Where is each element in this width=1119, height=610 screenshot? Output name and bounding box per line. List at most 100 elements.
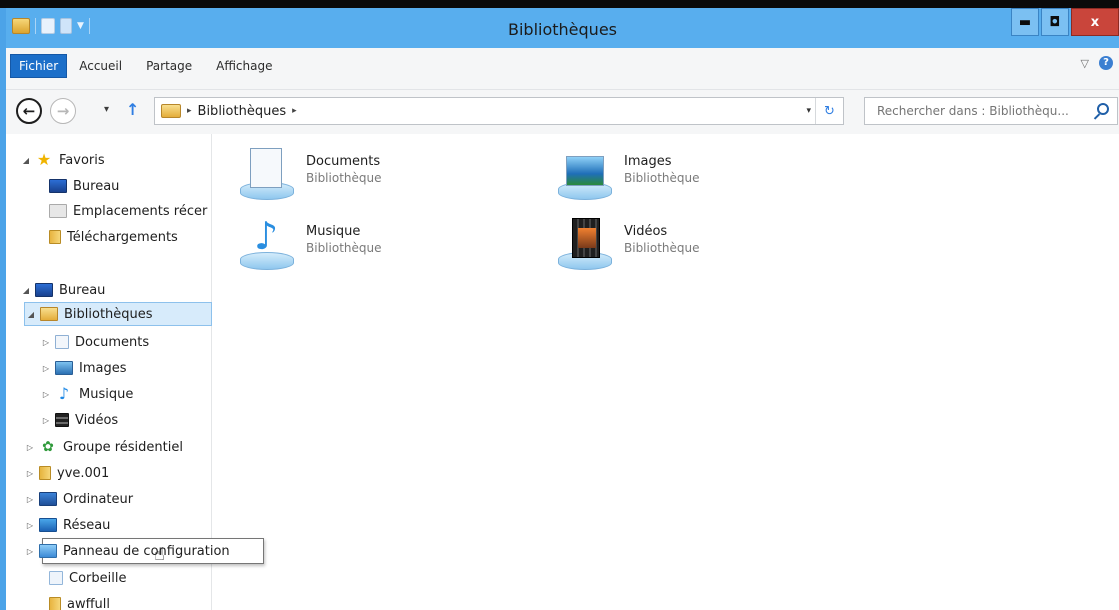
expand-arrow-icon[interactable]: ▷ — [40, 416, 52, 425]
tree-label: Emplacements récer — [73, 203, 208, 219]
tree-label: Téléchargements — [67, 229, 178, 245]
desktop-icon — [49, 179, 67, 193]
tab-accueil[interactable]: Accueil — [67, 55, 134, 77]
refresh-button[interactable]: ↻ — [815, 98, 843, 124]
breadcrumb-separator-icon[interactable]: ▸ — [187, 106, 192, 116]
tree-item-computer[interactable]: ▷ Ordinateur — [24, 487, 133, 511]
tree-item-documents[interactable]: ▷ Documents — [40, 330, 149, 354]
tree-item-videos[interactable]: ▷ Vidéos — [40, 408, 118, 432]
image-icon — [55, 361, 73, 375]
expand-arrow-icon[interactable]: ▷ — [24, 443, 36, 452]
search-icon[interactable] — [1097, 103, 1109, 115]
documents-library-icon — [240, 146, 294, 200]
tree-item-control-panel[interactable]: ▷ Panneau de configuration — [24, 539, 230, 563]
star-icon: ★ — [36, 150, 52, 169]
tree-item-recent-places[interactable]: Emplacements récer — [46, 199, 207, 223]
maximize-button[interactable]: ◘ — [1041, 8, 1069, 36]
title-bar[interactable]: ▼ Bibliothèques ▬ ◘ x — [6, 8, 1119, 48]
tree-label: Panneau de configuration — [63, 543, 230, 559]
tree-item-network[interactable]: ▷ Réseau — [24, 513, 111, 537]
expand-ribbon-icon[interactable]: ▽ — [1081, 57, 1089, 70]
recent-places-icon — [49, 204, 67, 218]
library-name: Musique — [306, 224, 361, 239]
explorer-window: ▼ Bibliothèques ▬ ◘ x Fichier Accueil Pa… — [0, 8, 1119, 610]
ribbon: Fichier Accueil Partage Affichage ▽ ? — [6, 48, 1119, 90]
expand-arrow-icon[interactable]: ▷ — [24, 469, 36, 478]
libraries-icon — [40, 307, 58, 321]
expand-arrow-icon[interactable]: ▷ — [40, 338, 52, 347]
content-area: Documents Bibliothèque Images Bibliothèq… — [212, 134, 1119, 610]
tab-fichier[interactable]: Fichier — [10, 54, 68, 78]
network-icon — [39, 518, 57, 532]
tree-label: Bureau — [73, 178, 120, 194]
collapse-arrow-icon[interactable]: ◢ — [25, 310, 37, 319]
library-name: Images — [624, 154, 672, 169]
help-icon[interactable]: ? — [1099, 56, 1113, 70]
film-icon — [55, 413, 69, 427]
recent-locations-icon[interactable]: ▾ — [104, 104, 109, 115]
tree-label: Favoris — [59, 152, 105, 168]
back-button[interactable]: ← — [16, 98, 42, 124]
tree-label: yve.001 — [57, 465, 110, 481]
ribbon-tabs: Fichier Accueil Partage Affichage — [6, 54, 285, 78]
library-type: Bibliothèque — [624, 171, 700, 185]
window-title: Bibliothèques — [508, 20, 617, 39]
expand-arrow-icon[interactable]: ▷ — [24, 521, 36, 530]
tree-label: Ordinateur — [63, 491, 134, 507]
expand-arrow-icon[interactable]: ▷ — [24, 495, 36, 504]
libraries-icon — [161, 104, 181, 118]
downloads-folder-icon — [49, 230, 61, 244]
tree-item-recycle-bin[interactable]: Corbeille — [46, 566, 126, 590]
tree-item-homegroup[interactable]: ▷ ✿ Groupe résidentiel — [24, 435, 183, 459]
search-input[interactable] — [877, 104, 1087, 118]
collapse-arrow-icon[interactable]: ◢ — [20, 286, 32, 295]
tree-label: awffull — [67, 596, 111, 610]
tree-label: Documents — [75, 334, 150, 350]
folder-icon — [49, 597, 61, 610]
expand-arrow-icon[interactable]: ▷ — [40, 364, 52, 373]
close-button[interactable]: x — [1071, 8, 1119, 36]
homegroup-icon: ✿ — [42, 439, 54, 455]
library-name: Documents — [306, 154, 381, 169]
library-item-videos[interactable]: Vidéos Bibliothèque — [558, 216, 700, 270]
tree-item-images[interactable]: ▷ Images — [40, 356, 127, 380]
up-button[interactable]: ↑ — [126, 100, 139, 119]
hand-cursor-icon: ☝ — [154, 544, 165, 565]
breadcrumb-bibliotheques[interactable]: Bibliothèques — [198, 104, 287, 119]
tree-item-awffull[interactable]: awffull — [46, 592, 110, 610]
ribbon-right-controls: ▽ ? — [1081, 56, 1113, 70]
tree-item-libraries[interactable]: ◢ Bibliothèques — [24, 302, 212, 326]
library-item-images[interactable]: Images Bibliothèque — [558, 146, 700, 200]
music-note-icon: ♪ — [58, 384, 70, 403]
tab-partage[interactable]: Partage — [134, 55, 204, 77]
recycle-bin-icon — [49, 571, 63, 585]
expand-arrow-icon[interactable]: ▷ — [40, 390, 52, 399]
user-folder-icon — [39, 466, 51, 480]
tree-label: Musique — [79, 386, 134, 402]
tree-label: Bibliothèques — [64, 306, 153, 322]
tree-label: Images — [79, 360, 127, 376]
search-box[interactable] — [864, 97, 1118, 125]
tree-item-user-folder[interactable]: ▷ yve.001 — [24, 461, 109, 485]
minimize-button[interactable]: ▬ — [1011, 8, 1039, 36]
computer-icon — [39, 492, 57, 506]
tree-item-bureau-favorite[interactable]: Bureau — [46, 174, 119, 198]
tree-item-downloads[interactable]: Téléchargements — [46, 225, 178, 249]
expand-arrow-icon[interactable]: ▷ — [24, 547, 36, 556]
library-item-music[interactable]: ♪ Musique Bibliothèque — [240, 216, 382, 270]
library-item-documents[interactable]: Documents Bibliothèque — [240, 146, 382, 200]
address-dropdown-icon[interactable]: ▾ — [806, 106, 811, 116]
tree-favorites[interactable]: ◢ ★ Favoris — [20, 148, 105, 172]
tree-item-music[interactable]: ▷ ♪ Musique — [40, 382, 133, 406]
library-type: Bibliothèque — [306, 171, 382, 185]
tree-desktop[interactable]: ◢ Bureau — [20, 278, 106, 302]
images-library-icon — [558, 146, 612, 200]
forward-button[interactable]: → — [50, 98, 76, 124]
breadcrumb-separator-icon[interactable]: ▸ — [292, 106, 297, 116]
address-bar[interactable]: ▸ Bibliothèques ▸ ▾ ↻ — [154, 97, 844, 125]
navigation-pane: ◢ ★ Favoris Bureau Emplacements récer Té… — [6, 134, 264, 610]
collapse-arrow-icon[interactable]: ◢ — [20, 156, 32, 165]
tab-affichage[interactable]: Affichage — [204, 55, 284, 77]
tree-label: Vidéos — [75, 412, 119, 428]
control-panel-icon — [39, 544, 57, 558]
